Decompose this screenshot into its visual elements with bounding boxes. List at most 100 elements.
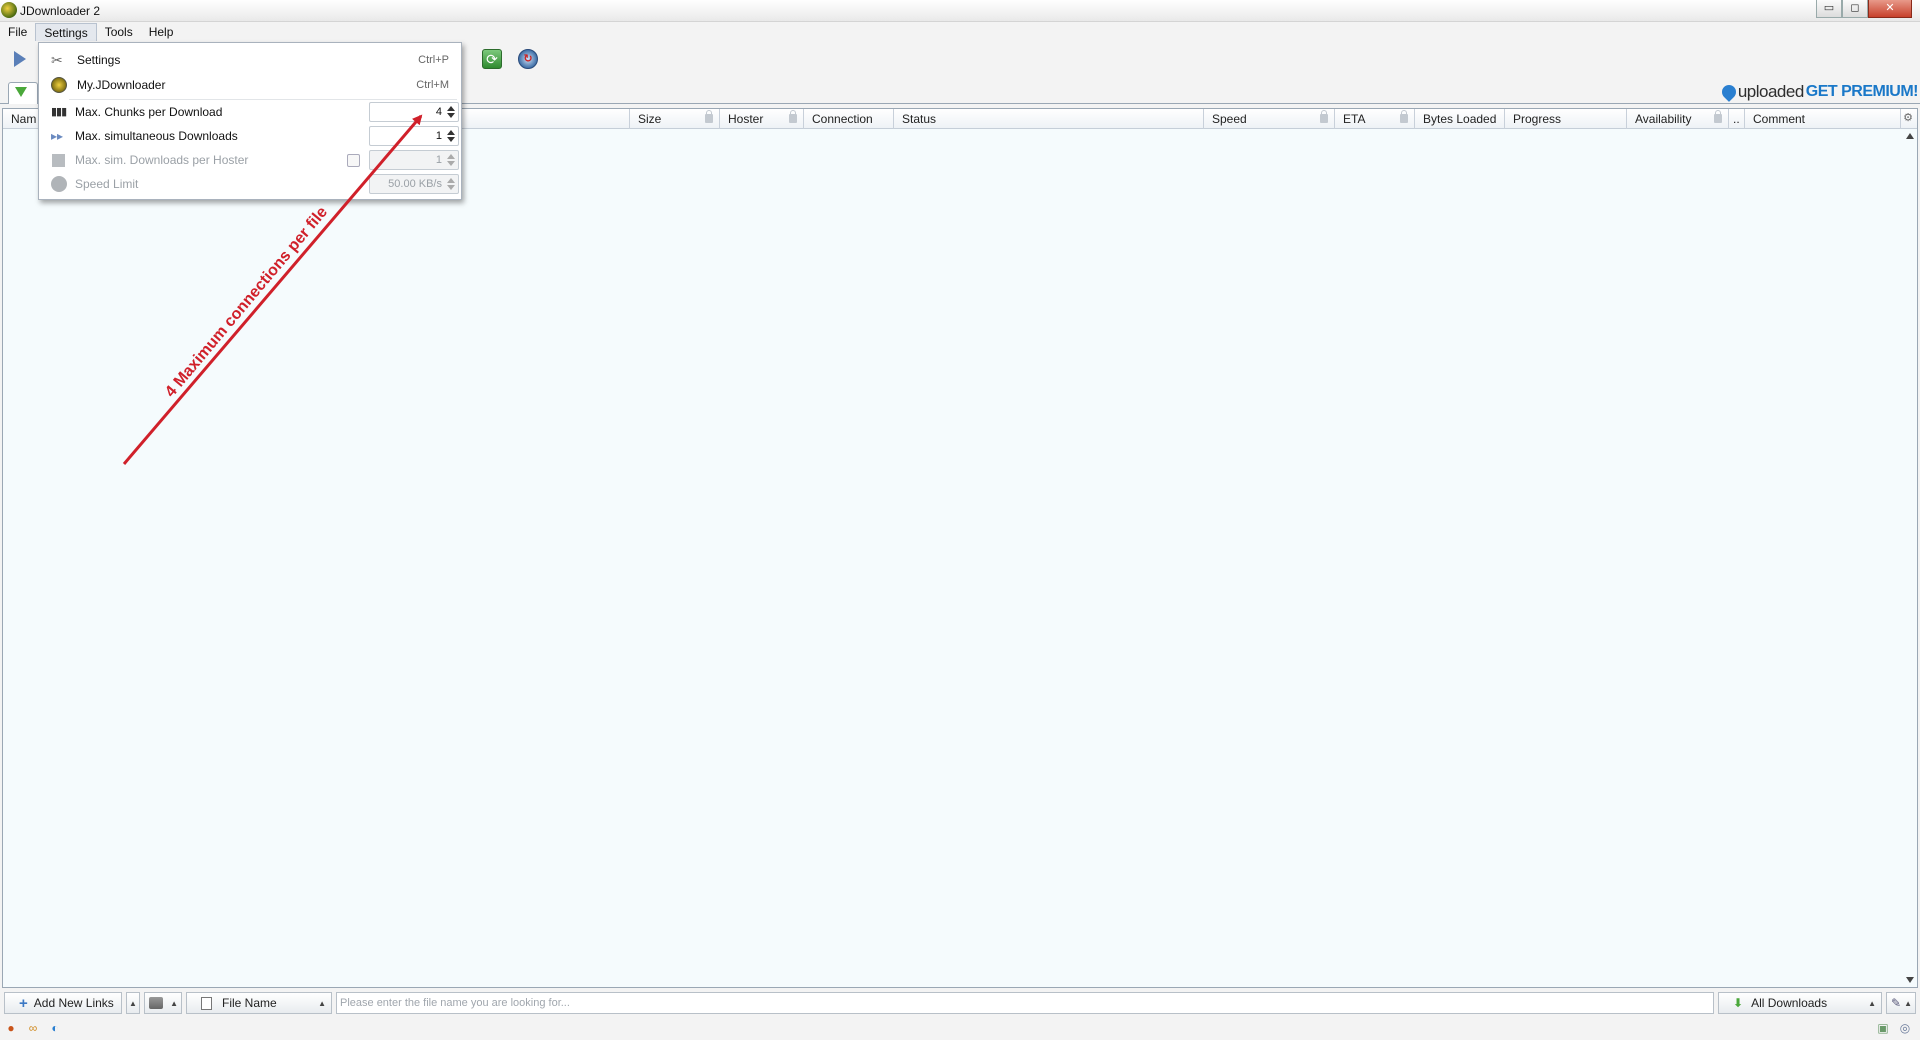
column-label: ..: [1733, 112, 1740, 126]
column-label: Hoster: [728, 112, 764, 126]
maximize-button[interactable]: ◻: [1842, 0, 1868, 18]
view-filter-selector[interactable]: ⬇ All Downloads ▲: [1718, 992, 1882, 1014]
spinner-up-icon: [447, 154, 455, 159]
max-chunks-value: 4: [435, 106, 442, 118]
menu-file[interactable]: File: [0, 23, 35, 41]
add-new-links-label: Add New Links: [33, 996, 114, 1010]
linkgrabber-icon[interactable]: ∞: [26, 1021, 40, 1035]
menu-item-shortcut: Ctrl+P: [418, 54, 449, 66]
lock-icon[interactable]: [1400, 110, 1408, 123]
premium-status-icon[interactable]: ◐: [48, 1021, 62, 1035]
spinner-down-icon[interactable]: [447, 113, 455, 118]
spinner-down-icon[interactable]: [447, 137, 455, 142]
start-downloads-button[interactable]: [8, 48, 32, 70]
update-button[interactable]: ⟳: [480, 48, 504, 70]
spinner-up-icon: [447, 178, 455, 183]
menu-help[interactable]: Help: [141, 23, 182, 41]
menu-item-shortcut: Ctrl+M: [416, 79, 449, 91]
settings-dropdown-menu: ✂ Settings Ctrl+P My.JDownloader Ctrl+M …: [38, 42, 462, 200]
menu-settings[interactable]: Settings: [35, 23, 97, 41]
column-header-availability[interactable]: Availability: [1627, 109, 1729, 129]
uploaded-premium-banner[interactable]: uploaded GET PREMIUM!: [1718, 82, 1919, 102]
column-header-comment[interactable]: Comment: [1745, 109, 1901, 129]
reconnect-button[interactable]: ↻: [516, 48, 540, 70]
downloads-table[interactable]: Nam Size Hoster Connection Status Speed …: [2, 108, 1918, 988]
spinner-down-icon: [447, 161, 455, 166]
max-simultaneous-value: 1: [435, 130, 442, 142]
wrench-icon: ✎: [1891, 996, 1902, 1010]
view-filter-label: All Downloads: [1751, 996, 1828, 1010]
menu-item-myjdownloader[interactable]: My.JDownloader Ctrl+M: [39, 73, 461, 97]
column-settings-gear-icon[interactable]: ⚙: [1901, 111, 1915, 125]
delete-options-button[interactable]: ▲: [144, 992, 182, 1014]
max-per-hoster-label: Max. sim. Downloads per Hoster: [75, 153, 249, 167]
lock-icon[interactable]: [789, 110, 797, 123]
vertical-scrollbar[interactable]: [1903, 129, 1917, 987]
uploaded-logo-icon: [1718, 82, 1739, 102]
column-header-connection[interactable]: Connection: [804, 109, 894, 129]
disk-icon: [149, 997, 164, 1009]
scroll-down-arrow-icon[interactable]: [1906, 977, 1914, 983]
document-icon: [201, 996, 212, 1010]
speed-limit-label: Speed Limit: [75, 177, 139, 191]
status-bar: ● ∞ ◐ ▣ ◎: [0, 1017, 1920, 1040]
column-header-bytes-loaded[interactable]: Bytes Loaded: [1415, 109, 1505, 129]
column-label: Progress: [1513, 112, 1562, 126]
max-per-hoster-spinner: 1: [369, 150, 459, 170]
tray-refresh-icon[interactable]: ▣: [1876, 1021, 1890, 1035]
max-per-hoster-checkbox[interactable]: [347, 153, 360, 167]
wrench-icon: ✂: [51, 52, 63, 68]
close-button[interactable]: ✕: [1868, 0, 1912, 18]
column-label: Speed: [1212, 112, 1247, 126]
myjd-icon: [51, 77, 67, 93]
lock-icon[interactable]: [1714, 110, 1722, 123]
hoster-icon: [52, 153, 65, 167]
dropdown-arrow-icon: ▲: [1868, 998, 1876, 1008]
add-new-links-button[interactable]: + Add New Links: [4, 992, 122, 1014]
scroll-up-arrow-icon[interactable]: [1906, 133, 1914, 139]
column-label: Nam: [11, 112, 37, 126]
column-label: Size: [638, 112, 662, 126]
extraction-icon[interactable]: ●: [4, 1021, 18, 1035]
tab-downloads[interactable]: [8, 82, 38, 104]
menu-arrow-icon: ▲: [170, 998, 178, 1008]
menu-item-label: Settings: [77, 53, 121, 67]
column-header-speed[interactable]: Speed: [1204, 109, 1335, 129]
menu-item-label: My.JDownloader: [77, 78, 166, 92]
lock-icon[interactable]: [705, 110, 713, 123]
column-header-size[interactable]: Size: [630, 109, 720, 129]
menu-arrow-icon: ▲: [1904, 998, 1912, 1008]
search-input[interactable]: [336, 992, 1714, 1014]
column-label: Status: [902, 112, 937, 126]
max-chunks-spinner[interactable]: 4: [369, 102, 459, 122]
column-label: Bytes Loaded: [1423, 112, 1497, 126]
add-links-menu-button[interactable]: ▲: [126, 992, 140, 1014]
spinner-up-icon[interactable]: [447, 106, 455, 111]
lock-icon[interactable]: [1320, 110, 1328, 123]
menu-tools[interactable]: Tools: [97, 23, 141, 41]
menu-bar: File Settings Tools Help: [0, 22, 1920, 42]
menu-item-settings[interactable]: ✂ Settings Ctrl+P: [39, 48, 461, 72]
download-arrow-icon: ⬇: [1733, 996, 1744, 1010]
chunks-icon: ▮▮▮: [51, 106, 67, 118]
tray-connection-icon[interactable]: ◎: [1898, 1021, 1912, 1035]
spinner-down-icon: [447, 185, 455, 190]
refresh-icon: ⟳: [482, 49, 502, 69]
window-title: JDownloader 2: [20, 4, 101, 18]
plus-icon: +: [19, 994, 28, 1012]
jdownloader-app-icon: [1, 2, 17, 18]
spinner-up-icon[interactable]: [447, 130, 455, 135]
column-header-hoster[interactable]: Hoster: [720, 109, 804, 129]
column-header-progress[interactable]: Progress: [1505, 109, 1627, 129]
column-label: Availability: [1635, 112, 1692, 126]
column-header-hidden[interactable]: ..: [1729, 109, 1745, 129]
search-field-selector[interactable]: File Name ▲: [186, 992, 332, 1014]
column-header-eta[interactable]: ETA: [1335, 109, 1415, 129]
max-simultaneous-spinner[interactable]: 1: [369, 126, 459, 146]
column-header-status[interactable]: Status: [894, 109, 1204, 129]
max-chunks-label: Max. Chunks per Download: [75, 105, 223, 119]
bottom-bar: + Add New Links ▲ ▲ File Name ▲ ⬇ All Do…: [0, 990, 1920, 1016]
speed-limit-value: 50.00 KB/s: [388, 178, 442, 190]
quick-settings-button[interactable]: ✎ ▲: [1886, 992, 1916, 1014]
minimize-button[interactable]: ▭: [1816, 0, 1842, 18]
